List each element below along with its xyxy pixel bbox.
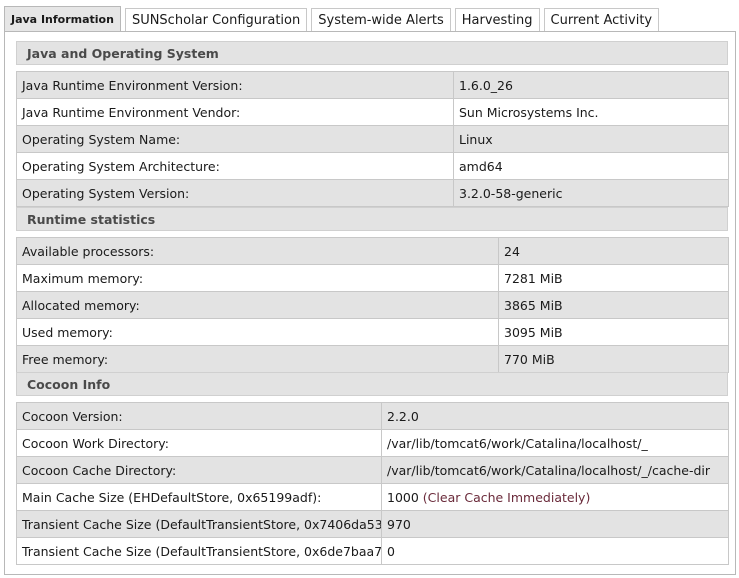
table-row: Allocated memory: 3865 MiB xyxy=(16,291,729,319)
row-label: Used memory: xyxy=(16,318,499,346)
tab-harvesting[interactable]: Harvesting xyxy=(454,8,540,31)
table-row: Maximum memory: 7281 MiB xyxy=(16,264,729,292)
tab-panel: Java and Operating System Java Runtime E… xyxy=(4,31,736,575)
tab-java-information[interactable]: Java Information xyxy=(4,6,121,32)
table-row: Java Runtime Environment Vendor: Sun Mic… xyxy=(16,98,729,126)
table-row: Cocoon Version: 2.2.0 xyxy=(16,402,729,430)
table-row: Transient Cache Size (DefaultTransientSt… xyxy=(16,537,729,565)
tab-current-activity[interactable]: Current Activity xyxy=(543,8,660,31)
tab-sunscholar-configuration[interactable]: SUNScholar Configuration xyxy=(124,8,308,31)
section-heading: Java and Operating System xyxy=(16,41,728,65)
row-label: Maximum memory: xyxy=(16,264,499,292)
row-value: /var/lib/tomcat6/work/Catalina/localhost… xyxy=(381,456,729,484)
row-label: Operating System Version: xyxy=(16,179,454,207)
cocoon-section: Cocoon Info Cocoon Version: 2.2.0 Cocoon… xyxy=(16,372,729,565)
row-label: Java Runtime Environment Version: xyxy=(16,71,454,99)
row-value: 970 xyxy=(381,510,729,538)
table-row: Main Cache Size (EHDefaultStore, 0x65199… xyxy=(16,483,729,511)
table-row: Cocoon Cache Directory: /var/lib/tomcat6… xyxy=(16,456,729,484)
row-value: Sun Microsystems Inc. xyxy=(453,98,729,126)
tab-bar: Java Information SUNScholar Configuratio… xyxy=(4,5,663,32)
table-row: Operating System Version: 3.2.0-58-gener… xyxy=(16,179,729,207)
row-label: Operating System Architecture: xyxy=(16,152,454,180)
section-heading: Runtime statistics xyxy=(16,207,728,231)
table-row: Operating System Name: Linux xyxy=(16,125,729,153)
row-label: Available processors: xyxy=(16,237,499,265)
java-os-table: Java Runtime Environment Version: 1.6.0_… xyxy=(16,71,729,207)
row-label: Main Cache Size (EHDefaultStore, 0x65199… xyxy=(16,483,382,511)
row-label: Transient Cache Size (DefaultTransientSt… xyxy=(16,510,382,538)
row-value: 24 xyxy=(498,237,729,265)
row-value: amd64 xyxy=(453,152,729,180)
row-value: 2.2.0 xyxy=(381,402,729,430)
row-label: Allocated memory: xyxy=(16,291,499,319)
java-os-section: Java and Operating System Java Runtime E… xyxy=(16,41,729,207)
row-value: 3095 MiB xyxy=(498,318,729,346)
row-label: Transient Cache Size (DefaultTransientSt… xyxy=(16,537,382,565)
table-row: Java Runtime Environment Version: 1.6.0_… xyxy=(16,71,729,99)
row-value: 0 xyxy=(381,537,729,565)
table-row: Transient Cache Size (DefaultTransientSt… xyxy=(16,510,729,538)
table-row: Used memory: 3095 MiB xyxy=(16,318,729,346)
row-value-with-action: 1000 (Clear Cache Immediately) xyxy=(381,483,729,511)
main-cache-size-value: 1000 xyxy=(387,489,419,505)
row-value: 3865 MiB xyxy=(498,291,729,319)
clear-cache-link[interactable]: (Clear Cache Immediately) xyxy=(423,490,591,505)
row-value: /var/lib/tomcat6/work/Catalina/localhost… xyxy=(381,429,729,457)
table-row: Available processors: 24 xyxy=(16,237,729,265)
tab-system-wide-alerts[interactable]: System-wide Alerts xyxy=(311,8,451,31)
table-row: Cocoon Work Directory: /var/lib/tomcat6/… xyxy=(16,429,729,457)
runtime-section: Runtime statistics Available processors:… xyxy=(16,207,729,373)
row-label: Operating System Name: xyxy=(16,125,454,153)
row-value: 1.6.0_26 xyxy=(453,71,729,99)
runtime-table: Available processors: 24 Maximum memory:… xyxy=(16,237,729,373)
cocoon-table: Cocoon Version: 2.2.0 Cocoon Work Direct… xyxy=(16,402,729,565)
row-label: Free memory: xyxy=(16,345,499,373)
row-label: Cocoon Cache Directory: xyxy=(16,456,382,484)
section-heading: Cocoon Info xyxy=(16,372,728,396)
table-row: Operating System Architecture: amd64 xyxy=(16,152,729,180)
table-row: Free memory: 770 MiB xyxy=(16,345,729,373)
row-label: Cocoon Version: xyxy=(16,402,382,430)
row-value: 7281 MiB xyxy=(498,264,729,292)
row-label: Java Runtime Environment Vendor: xyxy=(16,98,454,126)
row-value: Linux xyxy=(453,125,729,153)
row-value: 3.2.0-58-generic xyxy=(453,179,729,207)
row-label: Cocoon Work Directory: xyxy=(16,429,382,457)
row-value: 770 MiB xyxy=(498,345,729,373)
